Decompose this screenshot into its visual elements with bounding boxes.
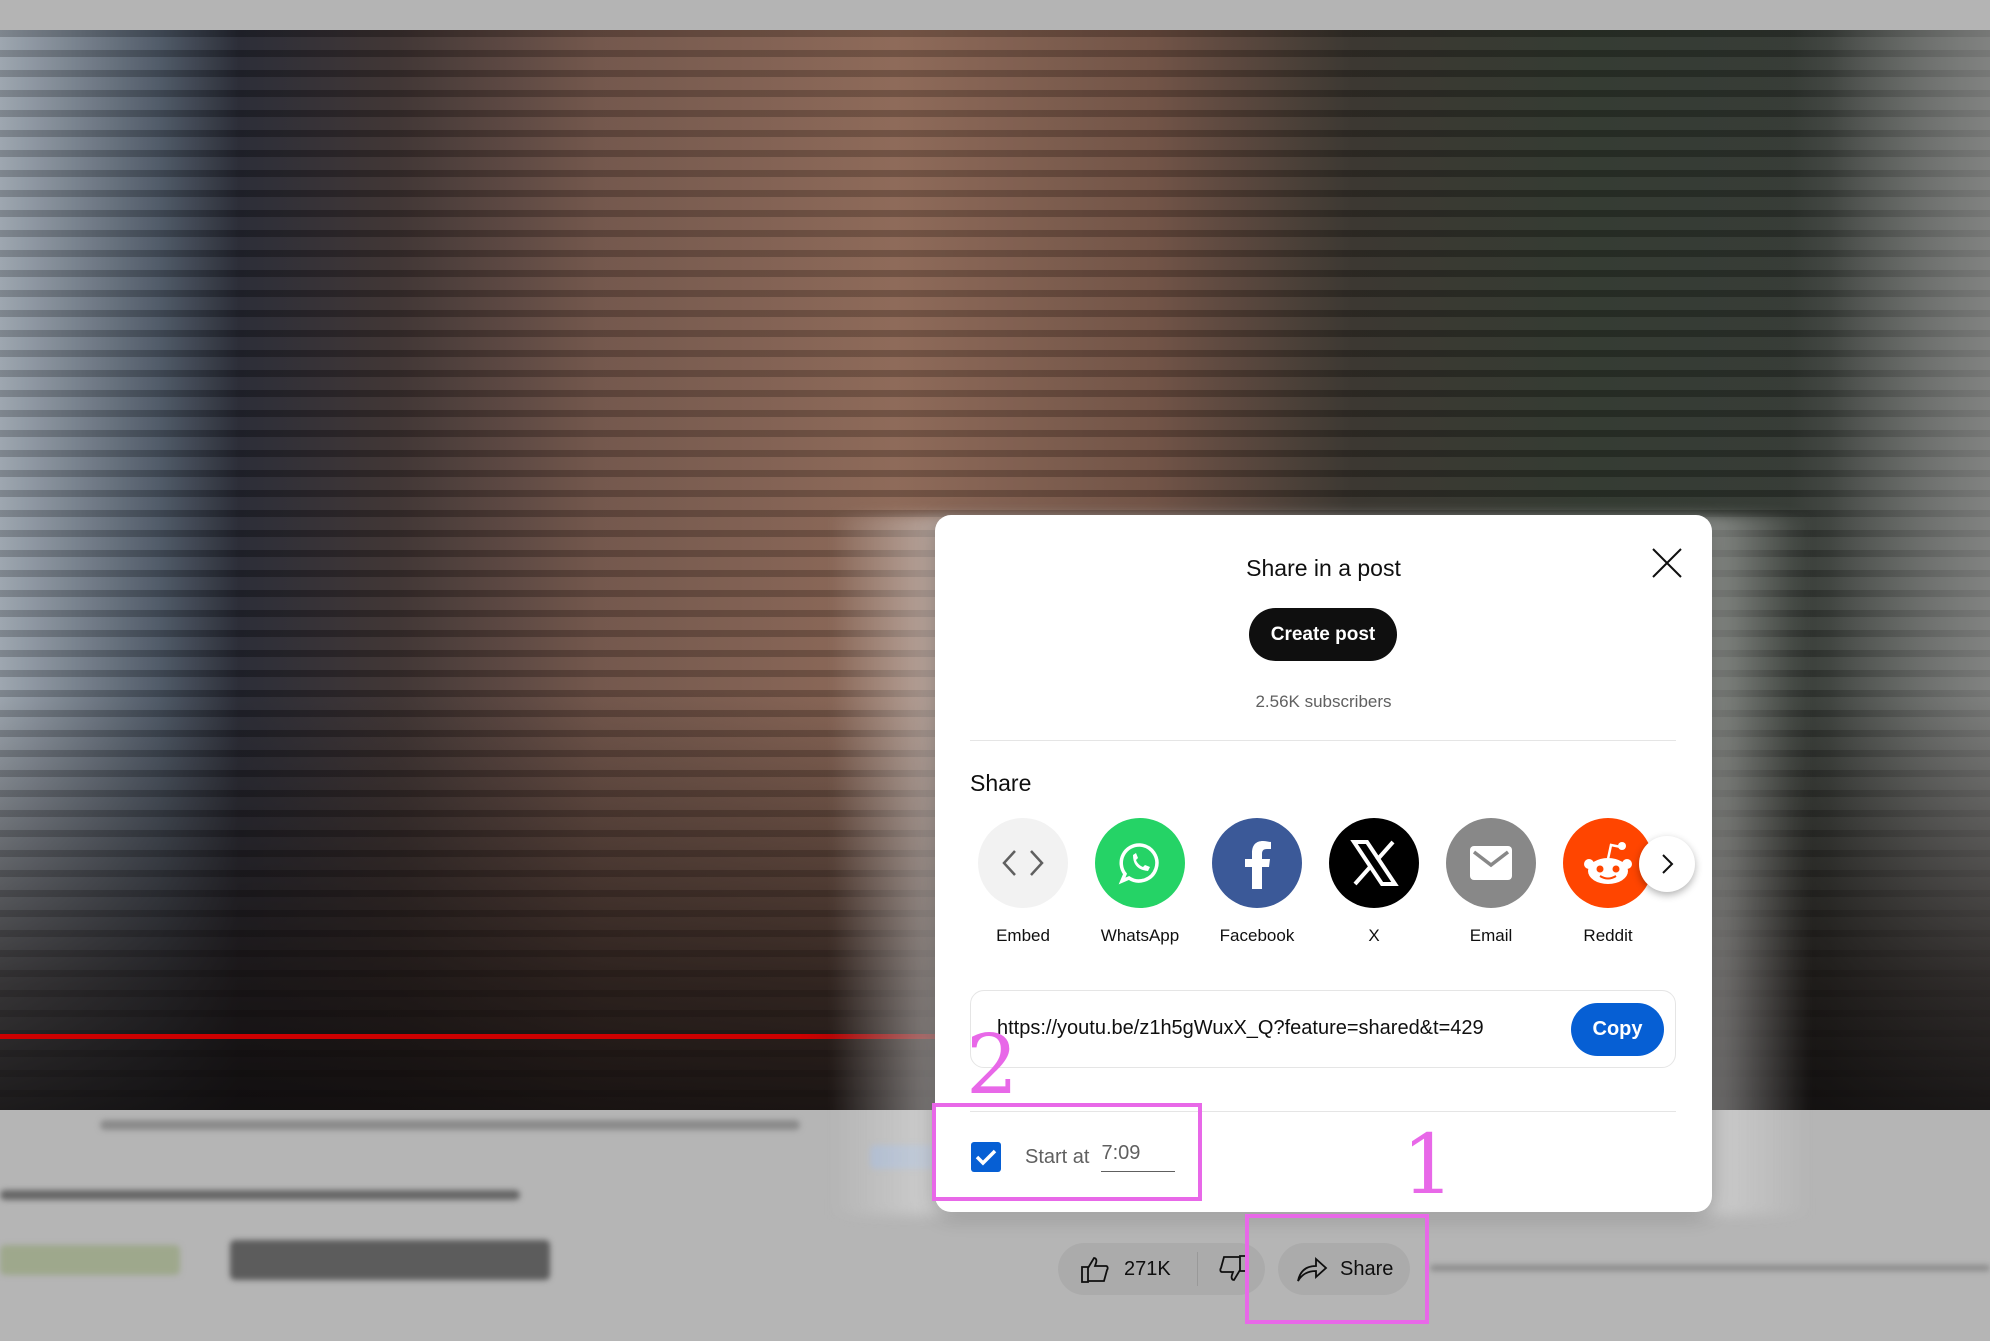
share-target-whatsapp[interactable]: WhatsApp [1095,818,1185,946]
share-target-email[interactable]: Email [1446,818,1536,946]
divider [970,740,1676,741]
dislike-button[interactable] [1218,1254,1248,1284]
share-target-facebook[interactable]: Facebook [1212,818,1302,946]
share-target-label: Embed [996,926,1050,945]
share-target-label: WhatsApp [1100,926,1180,945]
close-icon [1652,548,1682,578]
blurred-channel [0,1190,520,1200]
like-divider [1196,1252,1198,1286]
share-target-reddit[interactable]: Reddit [1563,818,1653,946]
dialog-title: Share in a post [1246,555,1401,581]
share-target-label: X [1368,926,1380,945]
whatsapp-circle [1095,818,1185,908]
create-post-button[interactable]: Create post [1249,608,1397,661]
facebook-icon [1245,841,1271,889]
x-icon [1350,840,1399,886]
embed-icon [1002,850,1044,876]
subscriber-count: 2.56K subscribers [1255,692,1392,711]
embed-circle [978,818,1068,908]
share-target-label: Facebook [1219,926,1295,945]
next-targets-button[interactable] [1639,836,1695,892]
thumbs-down-icon [1219,1255,1247,1281]
share-target-label: Reddit [1583,926,1633,945]
blurred-line [1430,1265,1990,1271]
annotation-box-1 [1245,1214,1429,1324]
share-section-label: Share [970,770,1032,796]
facebook-circle [1212,818,1302,908]
share-target-x[interactable]: X [1329,818,1419,946]
copy-button[interactable]: Copy [1571,1003,1664,1056]
x-circle [1329,818,1419,908]
share-target-label: Email [1469,926,1513,945]
share-target-embed[interactable]: Embed [978,818,1068,946]
blurred-subscribe [230,1240,550,1280]
like-dislike-group: 271K [1058,1243,1265,1295]
annotation-number-1: 1 [1402,1118,1455,1213]
whatsapp-icon [1118,843,1159,885]
share-targets: Embed WhatsApp Facebook X Email Reddit [978,818,1678,958]
annotation-box-2 [932,1103,1202,1201]
thumbs-up-icon [1081,1257,1109,1283]
close-button[interactable] [1649,545,1685,581]
share-url-box: https://youtu.be/z1h5gWuxX_Q?feature=sha… [970,990,1676,1068]
like-count: 271K [1124,1257,1171,1280]
annotation-number-2: 2 [966,1018,1019,1113]
top-bar [0,0,1990,30]
blurred-avatar [0,1245,180,1275]
reddit-icon [1584,842,1632,884]
email-icon [1470,846,1512,880]
chevron-right-icon [1662,854,1674,874]
blurred-title [100,1120,800,1130]
like-button[interactable]: 271K [1080,1254,1171,1284]
share-url[interactable]: https://youtu.be/z1h5gWuxX_Q?feature=sha… [997,1017,1484,1040]
email-circle [1446,818,1536,908]
